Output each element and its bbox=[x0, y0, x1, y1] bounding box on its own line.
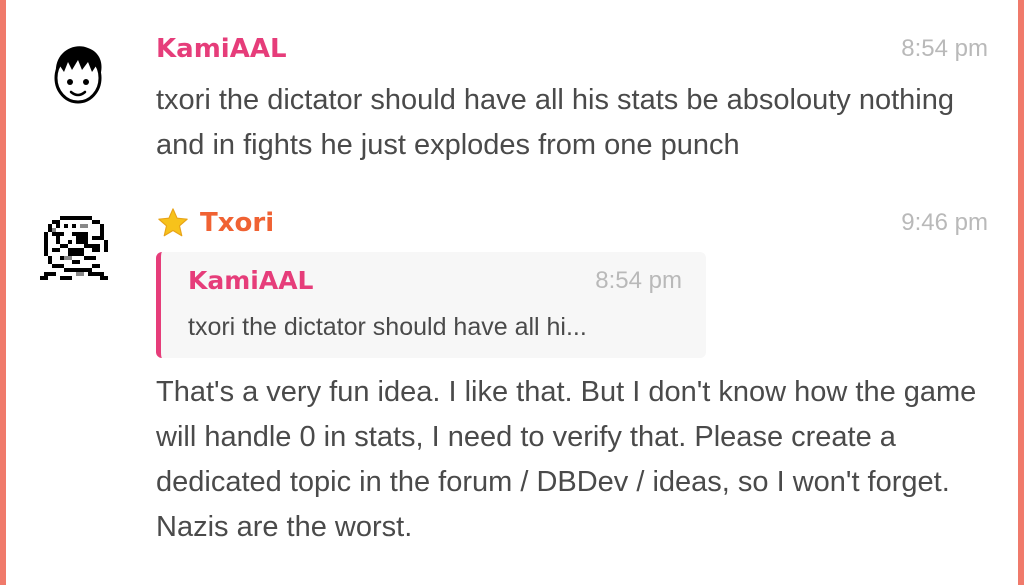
chat-message[interactable]: KamiAAL 8:54 pm txori the dictator shoul… bbox=[6, 0, 1018, 200]
user-avatar[interactable] bbox=[44, 38, 112, 106]
user-avatar[interactable] bbox=[40, 208, 116, 284]
quoted-timestamp: 8:54 pm bbox=[595, 267, 682, 294]
chat-window: KamiAAL 8:54 pm txori the dictator shoul… bbox=[6, 0, 1018, 585]
message-text: txori the dictator should have all his s… bbox=[156, 84, 954, 161]
message-author[interactable]: KamiAAL bbox=[156, 32, 287, 66]
boy-face-avatar-icon bbox=[54, 46, 102, 104]
quoted-text: txori the dictator should have all hi... bbox=[188, 313, 587, 341]
message-author-name: Txori bbox=[200, 208, 275, 238]
message-author[interactable]: Txori bbox=[156, 206, 274, 240]
pixel-art-avatar-icon bbox=[40, 216, 108, 280]
message-timestamp: 8:54 pm bbox=[901, 35, 988, 62]
star-icon bbox=[158, 208, 188, 237]
message-timestamp: 9:46 pm bbox=[901, 209, 988, 236]
quoted-reply[interactable]: KamiAAL 8:54 pm txori the dictator shoul… bbox=[156, 252, 706, 358]
message-text: That's a very fun idea. I like that. But… bbox=[156, 376, 977, 543]
chat-message[interactable]: Txori 9:46 pm KamiAAL 8:54 pm txori the … bbox=[6, 200, 1018, 585]
quoted-author: KamiAAL bbox=[188, 266, 314, 295]
